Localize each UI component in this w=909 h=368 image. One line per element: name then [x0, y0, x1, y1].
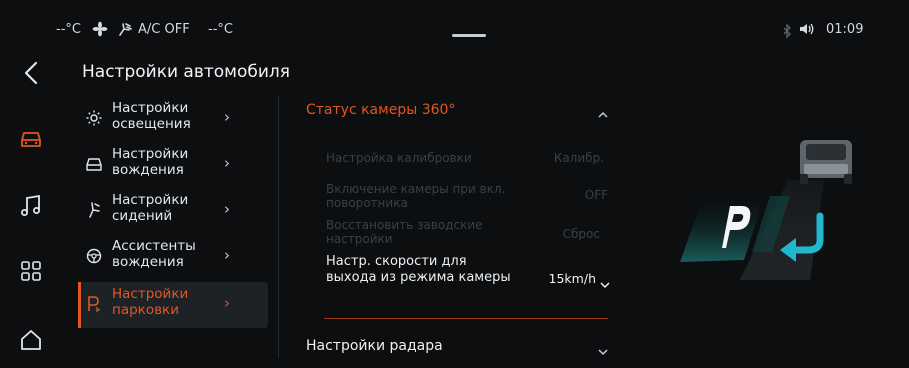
chevron-right-icon: ›: [224, 246, 230, 264]
menu-item-label: Настройки сидений: [112, 192, 189, 224]
music-icon[interactable]: [14, 189, 48, 223]
chevron-down-icon[interactable]: [598, 341, 608, 360]
menu-item-label: Настройки вождения: [112, 146, 189, 178]
left-temperature[interactable]: --°C: [56, 22, 81, 37]
camera-status-section-title[interactable]: Статус камеры 360°: [306, 102, 455, 118]
reset-button[interactable]: Сброс: [540, 227, 600, 241]
chevron-down-icon[interactable]: [600, 274, 610, 293]
reverse-arrow-icon: [776, 212, 832, 268]
right-temperature[interactable]: --°C: [208, 22, 233, 37]
clock: 01:09: [826, 22, 864, 37]
chevron-right-icon: ›: [224, 154, 230, 172]
sun-icon: [84, 108, 104, 128]
back-icon[interactable]: [14, 56, 48, 90]
parking-icon: [84, 294, 104, 314]
car-icon: [84, 154, 104, 174]
home-icon[interactable]: [14, 323, 48, 357]
page-title: Настройки автомобиля: [82, 62, 291, 82]
turn-signal-camera-toggle[interactable]: OFF: [560, 188, 608, 202]
camera-exit-speed-label: Настр. скорости для выхода из режима кам…: [326, 254, 511, 285]
active-indicator: [78, 282, 81, 328]
airflow-seat-icon[interactable]: [117, 21, 133, 41]
apps-grid-icon[interactable]: [14, 254, 48, 288]
calibration-setting-label: Настройка калибровки: [326, 151, 472, 165]
menu-item-parking[interactable]: Настройки парковки ›: [78, 282, 268, 328]
chevron-right-icon: ›: [224, 108, 230, 126]
menu-item-driving[interactable]: Настройки вождения ›: [78, 142, 268, 188]
drag-handle[interactable]: [452, 34, 486, 37]
seat-icon: [84, 200, 104, 220]
section-separator: [324, 318, 608, 319]
status-bar: --°C A/C OFF --°C 01:09: [0, 0, 909, 46]
chevron-right-icon: ›: [224, 200, 230, 218]
left-rail: [0, 46, 62, 368]
turn-signal-camera-label: Включение камеры при вкл. поворотника: [326, 182, 506, 210]
fan-icon[interactable]: [92, 21, 108, 41]
menu-item-lighting[interactable]: Настройки освещения ›: [78, 96, 268, 142]
ac-status[interactable]: A/C OFF: [138, 22, 190, 37]
radar-settings-section-title[interactable]: Настройки радара: [306, 338, 443, 354]
parking-p-icon: [710, 202, 754, 254]
menu-item-label: Настройки парковки: [112, 286, 189, 318]
menu-item-seats[interactable]: Настройки сидений ›: [78, 188, 268, 234]
car-settings-icon[interactable]: [14, 122, 48, 156]
steering-wheel-icon: [84, 246, 104, 266]
menu-item-label: Настройки освещения: [112, 100, 191, 132]
factory-reset-label: Восстановить заводские настройки: [326, 218, 483, 246]
bluetooth-icon: [782, 23, 792, 42]
camera-exit-speed-select[interactable]: 15km/h: [528, 271, 596, 286]
menu-item-assistants[interactable]: Ассистенты вождения ›: [78, 234, 268, 280]
menu-item-label: Ассистенты вождения: [112, 238, 196, 270]
parking-illustration: [660, 100, 909, 300]
volume-icon[interactable]: [798, 21, 816, 41]
chevron-up-icon[interactable]: [598, 108, 608, 121]
chevron-right-icon: ›: [224, 294, 230, 312]
calibration-button[interactable]: Калибр.: [540, 151, 604, 165]
divider: [278, 96, 279, 358]
